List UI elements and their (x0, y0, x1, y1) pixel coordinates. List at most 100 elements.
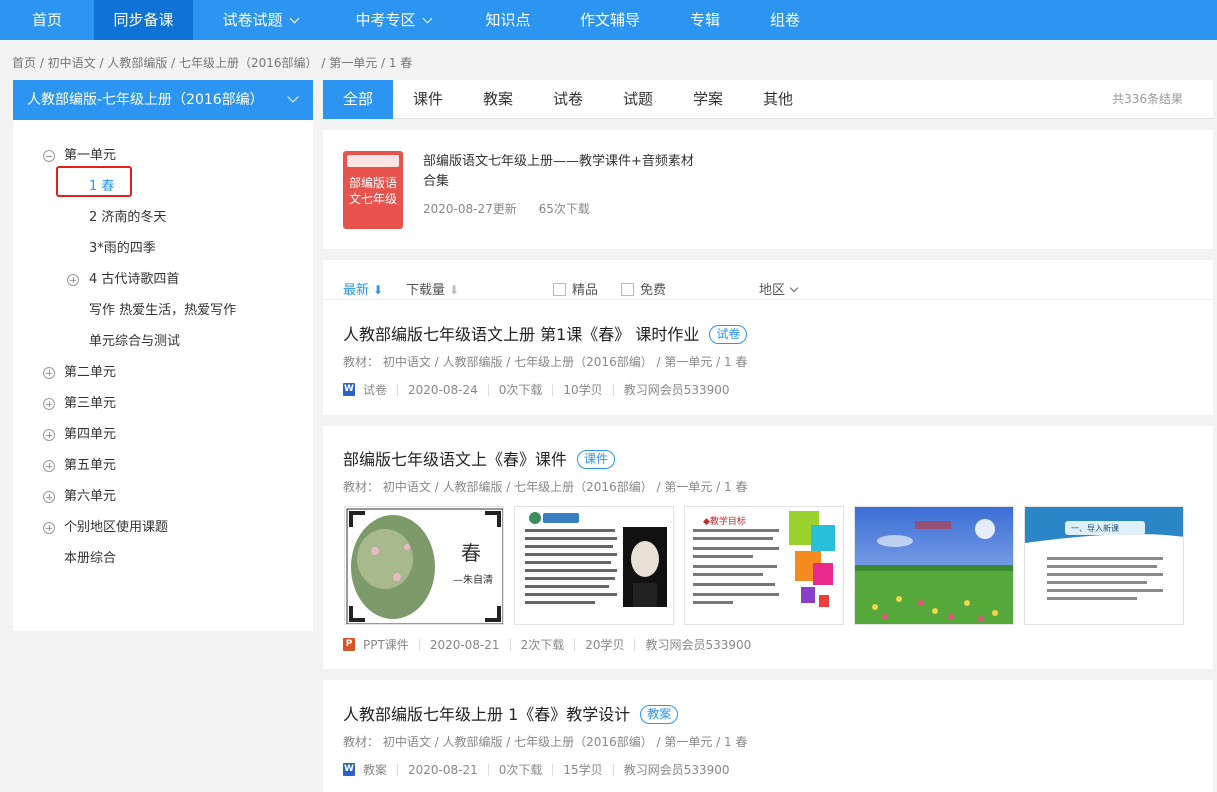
collapse-icon[interactable] (43, 150, 55, 162)
tree-unit-6[interactable]: 第六单元 (43, 487, 116, 507)
album-downloads: 65次下载 (538, 202, 590, 216)
chevron-down-icon (789, 283, 799, 293)
nav-sync-prep[interactable]: 同步备课 (94, 0, 193, 40)
separator (552, 383, 554, 396)
tree-label: 第五单元 (64, 458, 117, 473)
featured-album[interactable]: 部编版语文七年级 部编版语文七年级上册——教学课件+音频素材 合集 2020-0… (323, 130, 1213, 249)
meta-type: PPT课件 (363, 638, 409, 652)
separator (574, 638, 576, 651)
nav-zhongkao-label: 中考专区 (355, 11, 416, 29)
nav-knowledge[interactable]: 知识点 (472, 0, 544, 40)
slide-thumbnail[interactable]: 一、导入新课 (1024, 506, 1184, 625)
tree-unit-test[interactable]: 单元综合与测试 (89, 332, 180, 352)
tree-unit-5[interactable]: 第五单元 (43, 456, 116, 476)
cover-text: 部编版语文七年级 (348, 176, 397, 206)
filter-quality-label: 精品 (572, 283, 599, 298)
album-cover[interactable]: 部编版语文七年级 (343, 151, 403, 229)
word-doc-icon: W (343, 383, 355, 396)
tree-label: 第二单元 (64, 365, 117, 380)
textbook-selector[interactable]: 人教部编版-七年级上册（2016部编） (13, 80, 313, 120)
tree-lesson-4[interactable]: 4 古代诗歌四首 (67, 270, 179, 290)
tab-other[interactable]: 其他 (743, 80, 813, 119)
album-title[interactable]: 部编版语文七年级上册——教学课件+音频素材 合集 (423, 152, 694, 192)
tree-unit-3[interactable]: 第三单元 (43, 394, 116, 414)
nav-albums[interactable]: 专辑 (680, 0, 730, 40)
slide-thumbnail[interactable] (514, 506, 674, 625)
tree-writing[interactable]: 写作 热爱生活，热爱写作 (89, 301, 236, 321)
tab-courseware[interactable]: 课件 (393, 80, 463, 119)
slide-thumbnail[interactable]: ◆教学目标 (684, 506, 844, 625)
filter-region[interactable]: 地区 (759, 279, 799, 298)
slide-intro-title: 一、导入新课 (1071, 524, 1119, 533)
meta-author[interactable]: 教习网会员533900 (645, 636, 751, 653)
tree-unit-4[interactable]: 第四单元 (43, 425, 116, 445)
type-badge: 试卷 (709, 325, 748, 344)
slide-bio-graphic (515, 507, 673, 624)
separator (487, 763, 489, 776)
result-meta: W 试卷 2020-08-24 0次下载 10学贝 教习网会员533900 (343, 381, 730, 398)
slide-objectives-title: ◆教学目标 (703, 517, 746, 527)
nav-zhongkao[interactable]: 中考专区 (338, 0, 448, 40)
tab-study-guide[interactable]: 学案 (673, 80, 743, 119)
result-title[interactable]: 人教部编版七年级上册 1《春》教学设计 教案 (343, 701, 679, 725)
tree-label: 个别地区使用课题 (64, 520, 169, 535)
separator (612, 763, 614, 776)
chevron-down-icon (287, 91, 299, 103)
filter-region-label: 地区 (759, 283, 786, 298)
meta-author[interactable]: 教习网会员533900 (624, 381, 730, 398)
separator (487, 383, 489, 396)
meta-date: 2020-08-21 (429, 637, 500, 652)
meta-points: 10学贝 (563, 383, 603, 397)
tree-label: 第一单元 (64, 148, 117, 163)
album-meta: 2020-08-27更新 65次下载 (423, 200, 590, 217)
tab-all[interactable]: 全部 (323, 80, 393, 119)
slide-cover-graphic (346, 508, 503, 624)
tree-lesson-3[interactable]: 3*雨的四季 (89, 239, 156, 259)
tree-regional[interactable]: 个别地区使用课题 (43, 518, 168, 538)
sort-downloads[interactable]: 下载量 ⬇ (406, 279, 459, 298)
nav-build-paper[interactable]: 组卷 (760, 0, 810, 40)
meta-author[interactable]: 教习网会员533900 (624, 761, 730, 778)
tab-exam[interactable]: 试卷 (533, 80, 603, 119)
result-title-text: 部编版七年级语文上《春》课件 (343, 450, 568, 469)
sort-newest-label: 最新 (343, 283, 370, 298)
slide-thumbnail[interactable]: 春 —朱自清 (344, 506, 504, 625)
album-title-line2: 合集 (423, 174, 450, 189)
nav-composition[interactable]: 作文辅导 (570, 0, 650, 40)
expand-icon[interactable] (43, 491, 55, 503)
tree-unit-2[interactable]: 第二单元 (43, 363, 116, 383)
slide-title-char: 春 (461, 541, 481, 565)
checkbox[interactable] (621, 283, 634, 296)
chevron-down-icon (422, 13, 432, 24)
expand-icon[interactable] (43, 522, 55, 534)
textbook-selector-label: 人教部编版-七年级上册（2016部编） (27, 92, 264, 108)
result-title-text: 人教部编版七年级上册 1《春》教学设计 (343, 705, 631, 724)
checkbox[interactable] (553, 283, 566, 296)
expand-icon[interactable] (43, 429, 55, 441)
result-title[interactable]: 人教部编版七年级语文上册 第1课《春》 课时作业 试卷 (343, 321, 748, 345)
meta-downloads: 0次下载 (498, 763, 543, 777)
tab-questions[interactable]: 试题 (603, 80, 673, 119)
tree-unit-1[interactable]: 第一单元 (43, 146, 116, 166)
nav-exams[interactable]: 试卷试题 (205, 0, 315, 40)
expand-icon[interactable] (67, 274, 79, 286)
sort-newest[interactable]: 最新 ⬇ (343, 279, 383, 298)
filter-free[interactable]: 免费 (621, 279, 666, 298)
expand-icon[interactable] (43, 398, 55, 410)
tree-book-general[interactable]: 本册综合 (64, 549, 116, 569)
tree-lesson-2[interactable]: 2 济南的冬天 (89, 208, 166, 228)
result-title[interactable]: 部编版七年级语文上《春》课件 课件 (343, 446, 616, 470)
slide-thumbnail[interactable] (854, 506, 1014, 625)
separator (509, 638, 511, 651)
filter-quality[interactable]: 精品 (553, 279, 598, 298)
expand-icon[interactable] (43, 460, 55, 472)
nav-home[interactable]: 首页 (0, 0, 94, 40)
expand-icon[interactable] (43, 367, 55, 379)
tree-lesson-1-active[interactable]: 1 春 (89, 177, 114, 197)
tab-lesson-plan[interactable]: 教案 (463, 80, 533, 119)
meta-points: 15学贝 (563, 763, 603, 777)
slide-author: —朱自清 (453, 575, 493, 586)
breadcrumb[interactable]: 首页 / 初中语文 / 人教部编版 / 七年级上册（2016部编） / 第一单元… (12, 54, 412, 71)
arrow-down-icon: ⬇ (373, 283, 384, 297)
nav-exams-label: 试卷试题 (222, 11, 283, 29)
